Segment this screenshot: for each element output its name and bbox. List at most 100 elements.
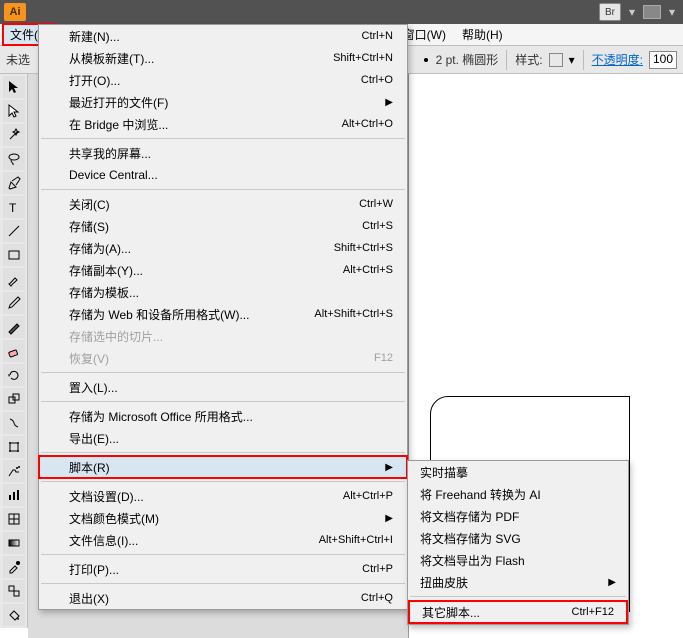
menu-item[interactable]: 导出(E)...	[39, 427, 407, 449]
submenu-item-label: 将 Freehand 转换为 AI	[420, 486, 616, 503]
paintbrush-tool[interactable]	[3, 268, 25, 290]
submenu-item[interactable]: 将文档存储为 SVG	[408, 527, 628, 549]
blend-tool[interactable]	[3, 580, 25, 602]
file-menu-dropdown: 新建(N)...Ctrl+N从模板新建(T)...Shift+Ctrl+N打开(…	[38, 24, 408, 610]
submenu-item-label: 扭曲皮肤	[420, 574, 608, 591]
scale-tool[interactable]	[3, 388, 25, 410]
eyedropper-tool[interactable]	[3, 556, 25, 578]
style-swatch[interactable]	[549, 53, 563, 67]
menu-item[interactable]: 存储为模板...	[39, 281, 407, 303]
submenu-item-label: 将文档导出为 Flash	[420, 552, 616, 569]
menu-item-label: 恢复(V)	[69, 350, 374, 367]
submenu-item[interactable]: 扭曲皮肤▶	[408, 571, 628, 593]
magic-wand-tool[interactable]	[3, 124, 25, 146]
menu-item[interactable]: 文档颜色模式(M)▶	[39, 507, 407, 529]
header-dropdown-icon-2[interactable]: ▾	[665, 5, 679, 19]
submenu-arrow-icon: ▶	[385, 513, 393, 524]
direct-selection-tool[interactable]	[3, 100, 25, 122]
menu-item-label: 存储选中的切片...	[69, 328, 393, 345]
menu-item[interactable]: 存储为(A)...Shift+Ctrl+S	[39, 237, 407, 259]
submenu-item[interactable]: 实时描摹	[408, 461, 628, 483]
submenu-arrow-icon: ▶	[608, 577, 616, 588]
menu-item[interactable]: 打开(O)...Ctrl+O	[39, 69, 407, 91]
submenu-item[interactable]: 将文档导出为 Flash	[408, 549, 628, 571]
submenu-item-label: 将文档存储为 PDF	[420, 508, 616, 525]
menu-item-label: 存储副本(Y)...	[69, 262, 343, 279]
menu-separator	[41, 554, 405, 555]
pen-tool[interactable]	[3, 172, 25, 194]
dot-icon	[424, 58, 428, 62]
menu-item-label: 在 Bridge 中浏览...	[69, 116, 342, 133]
menu-item[interactable]: 存储为 Microsoft Office 所用格式...	[39, 405, 407, 427]
eraser-tool[interactable]	[3, 340, 25, 362]
menu-item-label: 导出(E)...	[69, 430, 393, 447]
menu-separator	[41, 401, 405, 402]
menu-item[interactable]: 文件信息(I)...Alt+Shift+Ctrl+I	[39, 529, 407, 551]
type-tool[interactable]: T	[3, 196, 25, 218]
stroke-value[interactable]: 2 pt. 椭圆形	[436, 51, 499, 68]
menu-shortcut: Alt+Ctrl+P	[343, 490, 393, 502]
opacity-label[interactable]: 不透明度:	[592, 51, 643, 68]
menu-item[interactable]: 打印(P)...Ctrl+P	[39, 558, 407, 580]
menu-shortcut: Ctrl+Q	[361, 592, 393, 604]
menu-shortcut: Alt+Ctrl+O	[342, 118, 393, 130]
menu-item[interactable]: 置入(L)...	[39, 376, 407, 398]
mesh-tool[interactable]	[3, 508, 25, 530]
workspace-switcher[interactable]	[643, 5, 661, 19]
menu-item-label: Device Central...	[69, 168, 393, 182]
header-dropdown-icon[interactable]: ▾	[625, 5, 639, 19]
menu-item[interactable]: 退出(X)Ctrl+Q	[39, 587, 407, 609]
graph-tool[interactable]	[3, 484, 25, 506]
opacity-value[interactable]: 100	[649, 51, 677, 69]
menu-help[interactable]: 帮助(H)	[454, 23, 511, 46]
menu-item[interactable]: 最近打开的文件(F)▶	[39, 91, 407, 113]
menu-item[interactable]: 恢复(V)F12	[39, 347, 407, 369]
menu-separator	[41, 372, 405, 373]
menu-shortcut: Shift+Ctrl+S	[334, 242, 393, 254]
submenu-item[interactable]: 将文档存储为 PDF	[408, 505, 628, 527]
svg-text:T: T	[9, 201, 17, 215]
rectangle-tool[interactable]	[3, 244, 25, 266]
symbol-sprayer-tool[interactable]	[3, 460, 25, 482]
menu-separator	[41, 138, 405, 139]
menu-item-label: 存储为 Microsoft Office 所用格式...	[69, 408, 393, 425]
menu-item-label: 关闭(C)	[69, 196, 359, 213]
menu-item[interactable]: Device Central...	[39, 164, 407, 186]
menu-item-label: 存储为 Web 和设备所用格式(W)...	[69, 306, 314, 323]
menu-item[interactable]: 共享我的屏幕...	[39, 142, 407, 164]
selection-tool[interactable]	[3, 76, 25, 98]
submenu-item-label: 实时描摹	[420, 464, 616, 481]
blob-brush-tool[interactable]	[3, 316, 25, 338]
menu-item[interactable]: 存储(S)Ctrl+S	[39, 215, 407, 237]
submenu-item[interactable]: 其它脚本...Ctrl+F12	[408, 600, 628, 624]
menu-item-label: 打开(O)...	[69, 72, 361, 89]
menu-item[interactable]: 关闭(C)Ctrl+W	[39, 193, 407, 215]
menu-item[interactable]: 脚本(R)▶	[39, 456, 407, 478]
script-submenu: 实时描摹将 Freehand 转换为 AI 将文档存储为 PDF 将文档存储为 SV…	[407, 460, 629, 625]
warp-tool[interactable]	[3, 412, 25, 434]
menu-item-label: 文档设置(D)...	[69, 488, 343, 505]
bridge-button[interactable]: Br	[599, 3, 621, 21]
menu-item[interactable]: 存储选中的切片...	[39, 325, 407, 347]
gradient-tool[interactable]	[3, 532, 25, 554]
submenu-arrow-icon: ▶	[385, 462, 393, 473]
menu-separator	[41, 452, 405, 453]
submenu-item-label: 其它脚本...	[422, 604, 572, 621]
menu-item[interactable]: 文档设置(D)...Alt+Ctrl+P	[39, 485, 407, 507]
menu-item[interactable]: 在 Bridge 中浏览...Alt+Ctrl+O	[39, 113, 407, 135]
menu-item[interactable]: 从模板新建(T)...Shift+Ctrl+N	[39, 47, 407, 69]
ai-logo: Ai	[4, 3, 26, 21]
menu-item[interactable]: 存储为 Web 和设备所用格式(W)...Alt+Shift+Ctrl+S	[39, 303, 407, 325]
menu-item-label: 退出(X)	[69, 590, 361, 607]
free-transform-tool[interactable]	[3, 436, 25, 458]
menu-item[interactable]: 新建(N)...Ctrl+N	[39, 25, 407, 47]
menu-item-label: 共享我的屏幕...	[69, 145, 393, 162]
live-paint-bucket-tool[interactable]	[3, 604, 25, 626]
menu-item[interactable]: 存储副本(Y)...Alt+Ctrl+S	[39, 259, 407, 281]
menu-item-label: 新建(N)...	[69, 28, 362, 45]
pencil-tool[interactable]	[3, 292, 25, 314]
line-tool[interactable]	[3, 220, 25, 242]
lasso-tool[interactable]	[3, 148, 25, 170]
rotate-tool[interactable]	[3, 364, 25, 386]
submenu-item[interactable]: 将 Freehand 转换为 AI	[408, 483, 628, 505]
